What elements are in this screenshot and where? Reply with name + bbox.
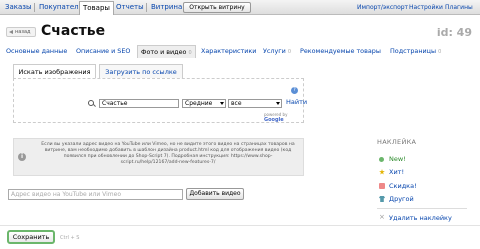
badge-title: НАКЛЕЙКА — [377, 138, 417, 146]
image-search-input[interactable]: Счастье — [99, 99, 179, 108]
footer-divider — [0, 225, 480, 226]
image-size-select[interactable]: Средние — [182, 99, 226, 108]
tab-label: Подстраницы — [390, 47, 437, 55]
top-nav: Заказы Покупатели Товары Отчеты Витрина … — [0, 0, 480, 15]
add-video-button[interactable]: Добавить видео — [186, 188, 244, 200]
image-search-panel: Счастье Средние все Найти ? powered by G… — [13, 78, 307, 123]
star-icon — [379, 169, 385, 175]
chevron-down-icon — [276, 102, 280, 105]
chevron-down-icon — [220, 102, 224, 105]
nav-divider — [34, 3, 35, 12]
tab-storefront[interactable]: Витрина — [148, 1, 185, 14]
tab-photo-video[interactable]: Фото и видео 0 — [137, 45, 196, 58]
save-button[interactable]: Сохранить — [7, 230, 55, 244]
tab-orders[interactable]: Заказы — [2, 1, 35, 14]
tab-services[interactable]: Услуги 0 — [263, 45, 291, 58]
import-export-link[interactable]: Импорт/экспорт — [357, 1, 408, 14]
tab-upload-by-link[interactable]: Загрузить по ссылке — [99, 64, 183, 78]
badge-label: Скидка! — [389, 182, 417, 190]
page-title: Счастье — [41, 23, 106, 39]
save-shortcut-hint: Ctrl + S — [60, 235, 80, 241]
tab-label: Описание и SEO — [76, 47, 131, 55]
powered-by-google: powered by Google — [264, 112, 303, 123]
tab-count: 0 — [438, 49, 442, 55]
shirt-icon — [379, 196, 385, 202]
select-value: все — [231, 100, 242, 107]
tab-features[interactable]: Характеристики — [201, 45, 256, 58]
video-url-input[interactable]: Адрес видео на YouTube или Vimeo — [8, 189, 183, 200]
find-button[interactable]: Найти — [286, 98, 307, 106]
tab-recommended[interactable]: Рекомендуемые товары — [300, 45, 381, 58]
badge-label: Хит! — [389, 168, 405, 176]
open-storefront-button[interactable]: Открыть витрину — [183, 2, 251, 13]
badge-label: Другой — [389, 195, 414, 203]
tab-label: Характеристики — [201, 47, 257, 55]
nav-divider — [146, 3, 147, 12]
tab-label: Рекомендуемые товары — [300, 47, 381, 55]
dot-icon — [379, 157, 384, 162]
tab-count: 0 — [287, 49, 292, 55]
tab-label: Фото и видео — [141, 48, 187, 56]
tag-icon — [379, 183, 385, 189]
tab-general[interactable]: Основные данные — [6, 45, 67, 58]
tab-subpages[interactable]: Подстраницы 0 — [390, 45, 441, 58]
tab-label: Основные данные — [6, 47, 68, 55]
info-icon: i — [18, 153, 26, 161]
tab-count: 0 — [188, 50, 192, 56]
help-icon[interactable]: ? — [291, 87, 298, 94]
badge-label: New! — [389, 155, 406, 163]
close-icon: × — [379, 213, 385, 221]
video-info-note: i Если вы указали адрес видео на YouTube… — [13, 138, 304, 176]
product-id: id: 49 — [436, 26, 472, 39]
tab-products[interactable]: Товары — [79, 1, 114, 15]
tab-label: Услуги — [263, 47, 286, 55]
product-sections-nav: Основные данные Описание и SEO Фото и ви… — [0, 45, 480, 58]
back-button[interactable]: назад — [6, 27, 36, 37]
note-text: Если вы указали адрес видео на YouTube и… — [41, 142, 295, 165]
plugins-link[interactable]: Плагины — [445, 1, 473, 14]
select-value: Средние — [185, 100, 213, 107]
remove-badge-label: Удалить наклейку — [389, 214, 452, 222]
tab-search-images[interactable]: Искать изображения — [13, 64, 96, 79]
settings-link[interactable]: Настройки — [409, 1, 443, 14]
search-icon — [88, 100, 94, 106]
google-logo: Google — [264, 117, 284, 123]
image-type-select[interactable]: все — [228, 99, 282, 108]
divider — [377, 208, 467, 209]
tab-reports[interactable]: Отчеты — [113, 1, 147, 14]
tab-description-seo[interactable]: Описание и SEO — [76, 45, 130, 58]
